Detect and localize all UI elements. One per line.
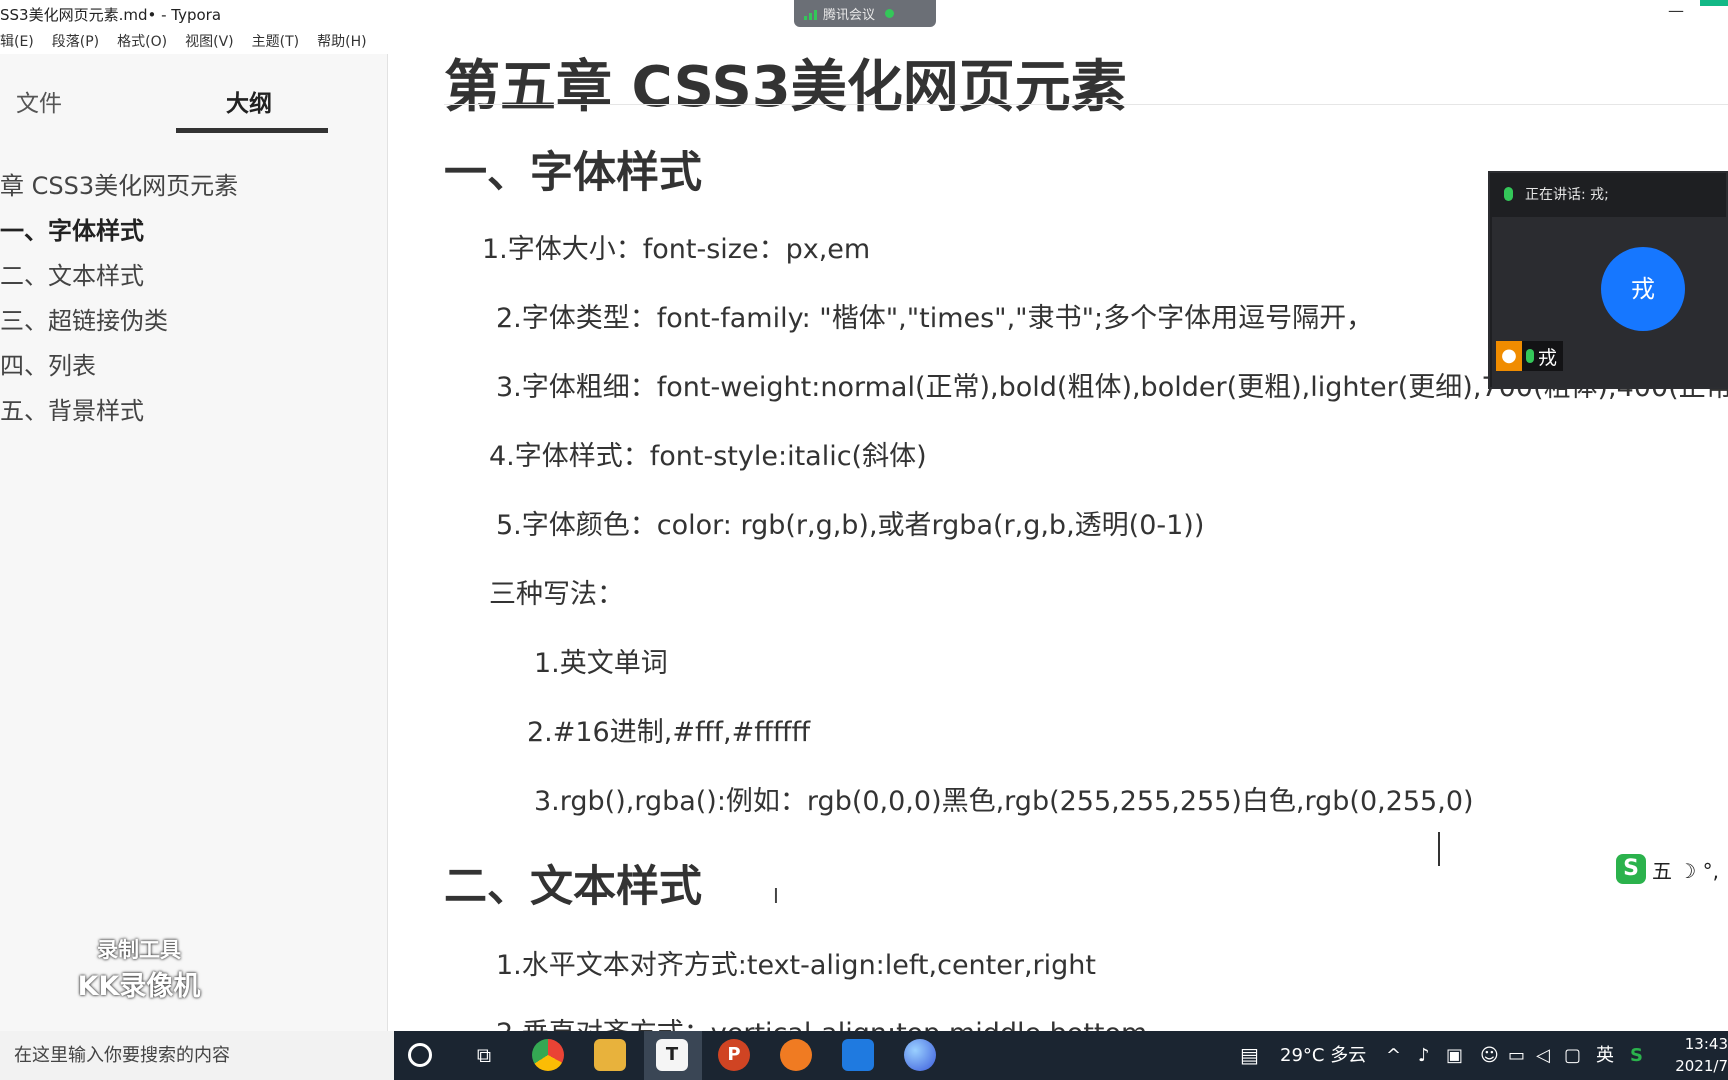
weather-text[interactable]: 29°C 多云 (1280, 1031, 1366, 1080)
clock-time: 13:43 (1684, 1035, 1728, 1053)
menu-view[interactable]: 视图(V) (185, 31, 234, 51)
tab-outline[interactable]: 大纲 (226, 84, 272, 118)
battery-icon[interactable]: ▭ (1508, 1031, 1525, 1080)
outline-list: 章 CSS3美化网页元素 一、字体样式 二、文本样式 三、超链接伪类 四、列表 … (0, 164, 387, 434)
taskbar: 在这里输入你要搜索的内容 ⧉ T P ▤ 29°C 多云 ^ ♪ ▣ ☺ ▭ ◁… (0, 1031, 1728, 1080)
line-font-color: 5.字体颜色：color: rgb(r,g,b),或者rgba(r,g,b,透明… (496, 510, 1205, 541)
menu-paragraph[interactable]: 段落(P) (52, 31, 99, 51)
tray-app-icon[interactable]: ▣ (1446, 1031, 1463, 1080)
line-three-ways: 三种写法： (489, 579, 624, 610)
volume-icon[interactable]: ◁ (1536, 1031, 1550, 1080)
menu-theme[interactable]: 主题(T) (252, 31, 299, 51)
participant-name-tag: ● 戎 (1496, 341, 1564, 371)
recording-dot-icon (885, 9, 895, 18)
window-title: SS3美化网页元素.md• - Typora (0, 6, 222, 24)
ime-status-bar[interactable]: S 五 ☽ °, (1616, 852, 1720, 886)
tray-mic-icon[interactable]: ♪ (1418, 1031, 1430, 1080)
tencent-meeting-icon[interactable] (842, 1039, 874, 1071)
tab-files[interactable]: 文件 (16, 84, 62, 118)
outline-item-text-style[interactable]: 二、文本样式 (0, 254, 387, 299)
speaking-label: 正在讲话: 戎; (1525, 187, 1609, 203)
ime-mode: 五 ☽ °, (1652, 858, 1720, 883)
clock-date: 2021/7 (1675, 1057, 1728, 1075)
speaker-header: 正在讲话: 戎; (1490, 173, 1726, 215)
file-explorer-icon[interactable] (594, 1039, 626, 1071)
line-font-style: 4.字体样式：font-style:italic(斜体) (489, 441, 927, 472)
powerpoint-icon[interactable]: P (718, 1039, 750, 1071)
active-tab-indicator (176, 128, 328, 133)
line-text-align: 1.水平文本对齐方式:text-align:left,center,right (496, 950, 1096, 981)
outline-item-font-style[interactable]: 一、字体样式 (0, 209, 387, 254)
browser-icon[interactable] (904, 1039, 936, 1071)
line-rgb: 3.rgb(),rgba():例如：rgb(0,0,0)黑色,rgb(255,2… (534, 786, 1474, 817)
participant-name: 戎 (1538, 346, 1558, 369)
minimize-button[interactable]: — (1664, 0, 1688, 26)
menu-edit[interactable]: 辑(E) (0, 31, 34, 51)
outline-item-list[interactable]: 四、列表 (0, 344, 387, 389)
task-view-icon[interactable]: ⧉ (468, 1039, 500, 1071)
mic-active-icon (1526, 349, 1534, 363)
network-icon[interactable]: ▢ (1564, 1031, 1581, 1080)
taskbar-search-box[interactable]: 在这里输入你要搜索的内容 (0, 1031, 394, 1080)
line-english-word: 1.英文单词 (534, 648, 668, 679)
line-vertical-align: 2.垂直对齐方式：vertical-align:top,middle,botto… (496, 1011, 1147, 1031)
signal-icon (804, 8, 817, 20)
window-accent (1700, 0, 1728, 6)
outline-item-link-pseudo[interactable]: 三、超链接伪类 (0, 299, 387, 344)
mic-icon (1504, 187, 1513, 201)
document-title: 第五章 CSS3美化网页元素 (444, 55, 1127, 120)
watermark-line2: KK录像机 (77, 971, 201, 1002)
recorder-watermark: 录制工具 KK录像机 (64, 934, 214, 1003)
outline-item-chapter[interactable]: 章 CSS3美化网页元素 (0, 164, 387, 209)
text-caret (1438, 832, 1440, 866)
line-font-size: 1.字体大小：font-size：px,em (482, 234, 871, 265)
ibeam-cursor-icon: I (773, 884, 779, 908)
heading-text-style: 二、文本样式 (444, 862, 702, 912)
tray-sogou-icon[interactable]: S (1630, 1031, 1643, 1080)
menu-help[interactable]: 帮助(H) (317, 31, 366, 51)
tray-chevron-icon[interactable]: ^ (1386, 1031, 1401, 1080)
sidebar: 文件 大纲 章 CSS3美化网页元素 一、字体样式 二、文本样式 三、超链接伪类… (0, 54, 388, 1031)
outline-item-background[interactable]: 五、背景样式 (0, 389, 387, 434)
menu-format[interactable]: 格式(O) (117, 31, 167, 51)
recorder-app-icon[interactable] (780, 1039, 812, 1071)
menu-bar: 辑(E) 段落(P) 格式(O) 视图(V) 主题(T) 帮助(H) (0, 28, 1728, 54)
title-divider (444, 104, 1728, 105)
weather-icon[interactable]: ▤ (1240, 1031, 1259, 1080)
tray-person-icon[interactable]: ☺ (1480, 1031, 1499, 1080)
video-tile: 戎 ● 戎 (1492, 217, 1726, 387)
heading-font-style: 一、字体样式 (444, 148, 702, 198)
sogou-ime-icon: S (1616, 854, 1646, 884)
participant-avatar: 戎 (1601, 247, 1685, 331)
cortana-icon[interactable] (408, 1043, 432, 1067)
watermark-line1: 录制工具 (97, 938, 181, 962)
line-hex: 2.#16进制,#fff,#ffffff (527, 717, 811, 748)
meeting-pill-label: 腾讯会议 (823, 8, 876, 23)
meeting-status-pill[interactable]: 腾讯会议 (794, 0, 936, 27)
typora-icon[interactable]: T (656, 1039, 688, 1071)
input-language[interactable]: 英 (1596, 1031, 1614, 1080)
meeting-video-panel[interactable]: 正在讲话: 戎; 戎 ● 戎 (1488, 171, 1728, 389)
person-icon: ● (1496, 341, 1522, 371)
line-font-family: 2.字体类型：font-family: "楷体","times","隶书";多个… (496, 303, 1374, 334)
system-clock[interactable]: 13:43 2021/7 (1672, 1033, 1728, 1077)
chrome-icon[interactable] (532, 1039, 564, 1071)
